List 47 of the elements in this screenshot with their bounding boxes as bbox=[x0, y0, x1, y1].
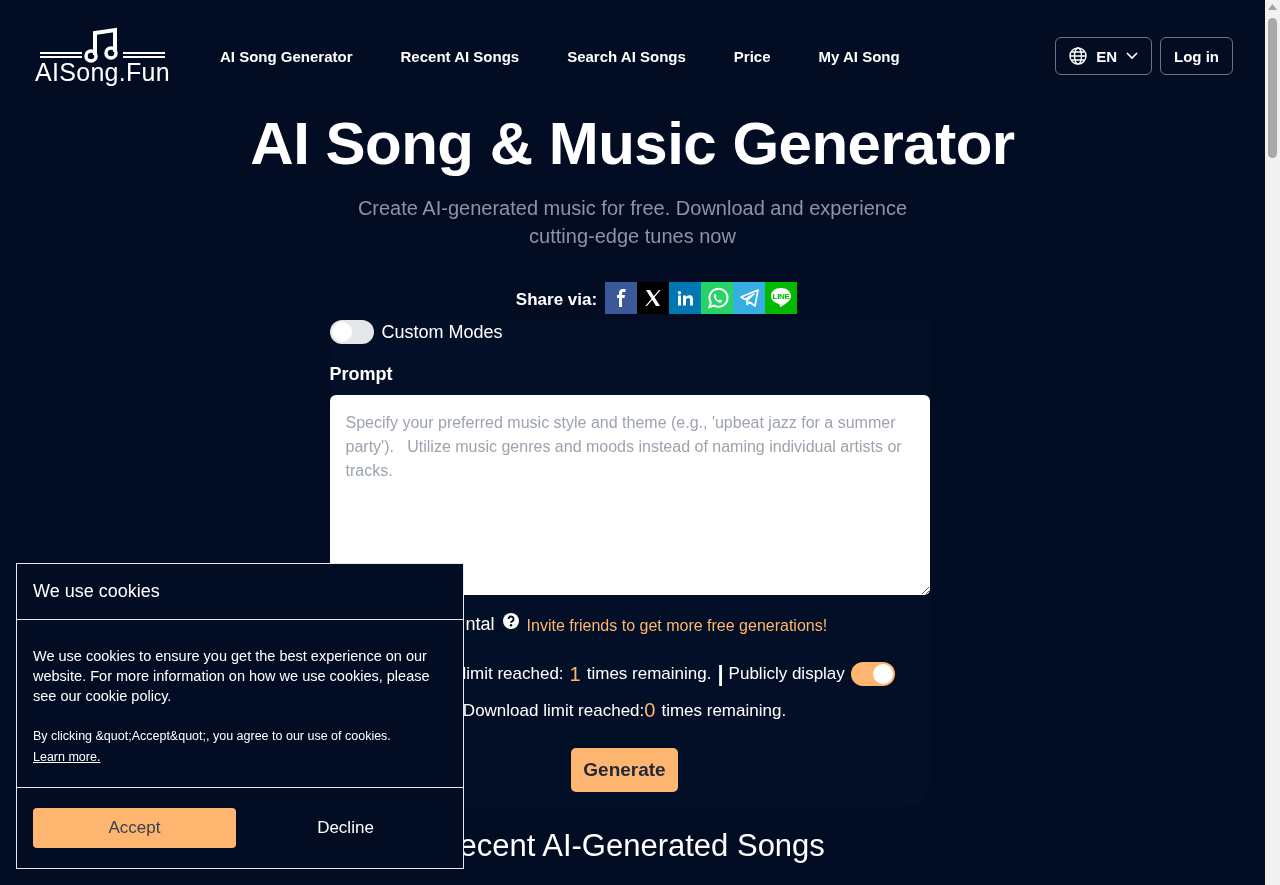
limit-text: limit reached: bbox=[462, 664, 564, 684]
dialog-title: We use cookies bbox=[33, 581, 160, 602]
toggle-switch[interactable] bbox=[850, 662, 895, 686]
icon-label: LINE bbox=[771, 292, 791, 301]
share-button[interactable] bbox=[605, 282, 638, 314]
chevron-down-icon bbox=[1126, 52, 1138, 60]
cookie-message: We use cookies to ensure you get the best experience on our website. For more information on how we use cookies, please see our cookie policy. bbox=[33, 648, 430, 704]
speech-bubble-icon bbox=[771, 288, 792, 308]
prompt-field[interactable]: Specify your preferred music style and theme (e.g., 'upbeat jazz for a summer party'). Utilize music genres and moods instead of naming individual artists or tracks. bbox=[329, 395, 930, 595]
logo-text[interactable]: AISong.Fun bbox=[35, 59, 170, 85]
generate-button[interactable]: Generate bbox=[571, 748, 678, 792]
remaining-count: 1 bbox=[569, 662, 581, 686]
scrollbar-thumb[interactable] bbox=[1268, 18, 1277, 158]
nav-link[interactable]: AI Song Generator bbox=[220, 47, 353, 65]
limit-text: Download limit reached: bbox=[462, 700, 645, 721]
nav-link[interactable]: My AI Song bbox=[818, 47, 900, 65]
accept-button[interactable]: Accept bbox=[33, 808, 236, 848]
toggle-switch[interactable] bbox=[329, 320, 374, 344]
nav-link[interactable]: Price bbox=[733, 47, 771, 65]
in-letters-icon bbox=[677, 290, 693, 306]
help-icon[interactable] bbox=[502, 613, 519, 629]
toggle-label: Custom Modes bbox=[381, 321, 503, 343]
toggle-label: Publicly display bbox=[728, 664, 845, 684]
remaining-count: 0 bbox=[644, 699, 656, 722]
login-button[interactable]: Log in bbox=[1160, 37, 1233, 75]
nav-link[interactable]: Recent AI Songs bbox=[400, 47, 520, 65]
phone-bubble-icon bbox=[707, 288, 727, 308]
x-icon bbox=[645, 290, 662, 306]
limit-text: times remaining. bbox=[586, 664, 712, 684]
f-letter-icon bbox=[616, 289, 626, 307]
limit-text: times remaining. bbox=[661, 700, 787, 721]
share-label: Share via: bbox=[515, 290, 598, 310]
share-button[interactable] bbox=[637, 282, 670, 314]
music-note-icon bbox=[40, 27, 165, 63]
paper-plane-icon bbox=[739, 289, 759, 307]
page-subtitle: Create AI-generated music for free. Download and experience cutting-edge tunes now bbox=[356, 196, 909, 249]
page-title: AI Song & Music Generator bbox=[250, 112, 1015, 176]
invite-link[interactable]: Invite friends to get more free generations! bbox=[526, 617, 828, 635]
globe-icon bbox=[1069, 47, 1088, 65]
language-button[interactable]: EN bbox=[1055, 37, 1152, 75]
field-label: Prompt bbox=[329, 364, 394, 385]
option-label: ntal bbox=[465, 613, 495, 635]
consent-text: By clicking &quot;Accept&quot;, you agree to our use of cookies. bbox=[33, 728, 392, 745]
decline-button[interactable]: Decline bbox=[244, 808, 447, 848]
learn-more-link[interactable]: Learn more. bbox=[33, 750, 101, 764]
separator: | bbox=[717, 661, 724, 687]
nav-link[interactable]: Search AI Songs bbox=[567, 47, 686, 65]
